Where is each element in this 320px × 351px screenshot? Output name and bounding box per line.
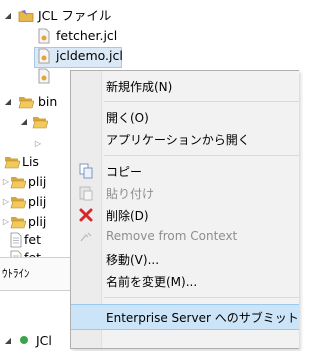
outline-tab-label: ｳﾄﾗｲﾝ — [2, 267, 30, 280]
menu-item-delete[interactable]: 削除(D) — [71, 203, 299, 227]
text-file-icon — [10, 232, 22, 248]
tree-item-label: JCl — [36, 333, 52, 348]
menu-item-open[interactable]: 開く(O) — [71, 105, 299, 129]
menu-item-new[interactable]: 新規作成(N) — [71, 74, 299, 98]
menu-item-paste[interactable]: 貼り付け — [71, 181, 299, 205]
menu-item-label: アプリケーションから開く — [106, 133, 250, 147]
menu-item-label: コピー — [106, 165, 143, 179]
collapsed-arrow-icon[interactable]: ▷ — [34, 140, 42, 148]
menu-item-label: Remove from Context — [106, 229, 238, 243]
copy-icon — [79, 163, 93, 179]
collapsed-arrow-icon[interactable]: ▷ — [2, 198, 10, 206]
tree-item-label: bin — [38, 94, 58, 109]
tree-item-label: jcldemo.jcl — [56, 48, 123, 63]
menu-item-copy[interactable]: コピー — [71, 159, 299, 183]
menu-separator — [104, 101, 299, 102]
expanded-arrow-icon[interactable]: ◢ — [20, 118, 28, 126]
remove-context-icon — [80, 232, 92, 242]
menu-item-label: 貼り付け — [106, 187, 155, 201]
menu-item-move[interactable]: 移動(V)... — [71, 247, 299, 271]
tree-item-label: plij — [28, 194, 47, 209]
jcl-file-icon — [38, 68, 50, 84]
menu-item-label: 開く(O) — [106, 111, 149, 125]
menu-item-label: Enterprise Server へのサブミット — [106, 311, 299, 325]
menu-item-label: 新規作成(N) — [106, 80, 173, 94]
expanded-arrow-icon[interactable]: ◢ — [4, 98, 12, 106]
menu-separator — [104, 155, 299, 156]
menu-item-rename[interactable]: 名前を変更(M)... — [71, 269, 299, 293]
tree-item-label: Lis — [22, 154, 39, 169]
jcl-file-icon — [38, 28, 50, 44]
menu-item-label: 名前を変更(M)... — [106, 275, 198, 289]
menu-item-remove-from-context[interactable]: Remove from Context — [71, 225, 299, 249]
paste-icon — [79, 186, 93, 201]
folder-open-icon — [10, 197, 26, 209]
menu-item-submit-enterprise-server[interactable]: Enterprise Server へのサブミット — [71, 304, 299, 330]
tree-item-label: plij — [28, 174, 47, 189]
folder-open-icon — [4, 157, 20, 169]
jcl-file-icon — [38, 48, 50, 64]
context-menu: 新規作成(N) 開く(O) アプリケーションから開く コピー 貼り付け 削除(D… — [70, 70, 299, 349]
status-dot-icon — [20, 336, 28, 344]
folder-open-icon — [18, 97, 34, 109]
expanded-arrow-icon[interactable]: ◢ — [4, 12, 12, 20]
folder-open-icon — [32, 117, 48, 129]
expanded-arrow-icon[interactable]: ◢ — [4, 337, 12, 345]
tree-item-label: fet — [24, 232, 41, 247]
menu-separator — [104, 297, 299, 298]
folder-open-icon — [10, 217, 26, 229]
collapsed-arrow-icon[interactable]: ▷ — [2, 218, 10, 226]
tree-item-label: JCL ファイル — [38, 8, 112, 23]
menu-item-open-with[interactable]: アプリケーションから開く — [71, 127, 299, 151]
tree-item-label: fetcher.jcl — [56, 28, 118, 43]
menu-item-label: 削除(D) — [106, 209, 149, 223]
delete-icon — [79, 208, 93, 222]
outline-view-tab[interactable]: ｳﾄﾗｲﾝ — [0, 257, 70, 291]
jcl-folder-icon — [18, 10, 34, 22]
collapsed-arrow-icon[interactable]: ▷ — [2, 178, 10, 186]
folder-open-icon — [10, 177, 26, 189]
menu-item-label: 移動(V)... — [106, 253, 160, 267]
tree-item-label: plij — [28, 214, 47, 229]
